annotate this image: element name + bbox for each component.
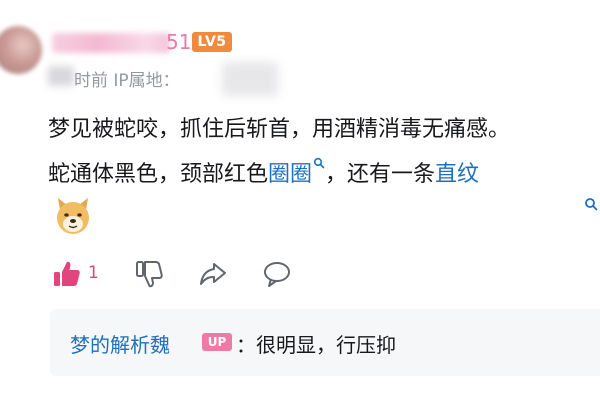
username-blurred[interactable] (52, 33, 170, 53)
thumbs-down-icon[interactable] (134, 259, 164, 289)
comment-icon[interactable] (262, 259, 292, 289)
reply-text: ：很明显，行压抑 (236, 333, 396, 357)
search-icon[interactable] (584, 196, 598, 211)
up-badge: UP (202, 333, 232, 351)
link-text[interactable]: 圈圈 (268, 162, 312, 187)
level-badge: LV5 (192, 32, 232, 52)
avatar[interactable] (0, 26, 42, 74)
comment-header: 51 LV5 时前 IP属地： (0, 0, 600, 100)
search-link-zhiwen[interactable]: 直纹 (435, 162, 479, 187)
location-blurred (222, 62, 278, 96)
search-icon (313, 157, 325, 172)
username-suffix[interactable]: 51 (166, 30, 191, 54)
time-blurred (48, 66, 74, 86)
reply-author[interactable]: 梦的解析魏 (70, 329, 170, 358)
comment-meta: 时前 IP属地： (74, 71, 180, 91)
doge-emoji-icon (54, 196, 92, 236)
comment-text: ，还有一条 (325, 162, 436, 187)
like-count: 1 (88, 263, 99, 283)
comment-text: 蛇通体黑色，颈部红色 (48, 162, 269, 187)
search-link-quanquan[interactable]: 圈圈 (268, 157, 325, 187)
comment-actions: 1 (0, 255, 600, 295)
share-icon[interactable] (198, 259, 228, 289)
comment-line-2: 蛇通体黑色，颈部红色圈圈 ，还有一条直纹 (48, 156, 479, 188)
comment-line-1: 梦见被蛇咬，抓住后斩首，用酒精消毒无痛感。 (48, 117, 511, 142)
reply-preview[interactable]: 梦的解析魏 UP ：很明显，行压抑 (50, 309, 600, 376)
thumbs-up-icon[interactable] (52, 259, 82, 289)
